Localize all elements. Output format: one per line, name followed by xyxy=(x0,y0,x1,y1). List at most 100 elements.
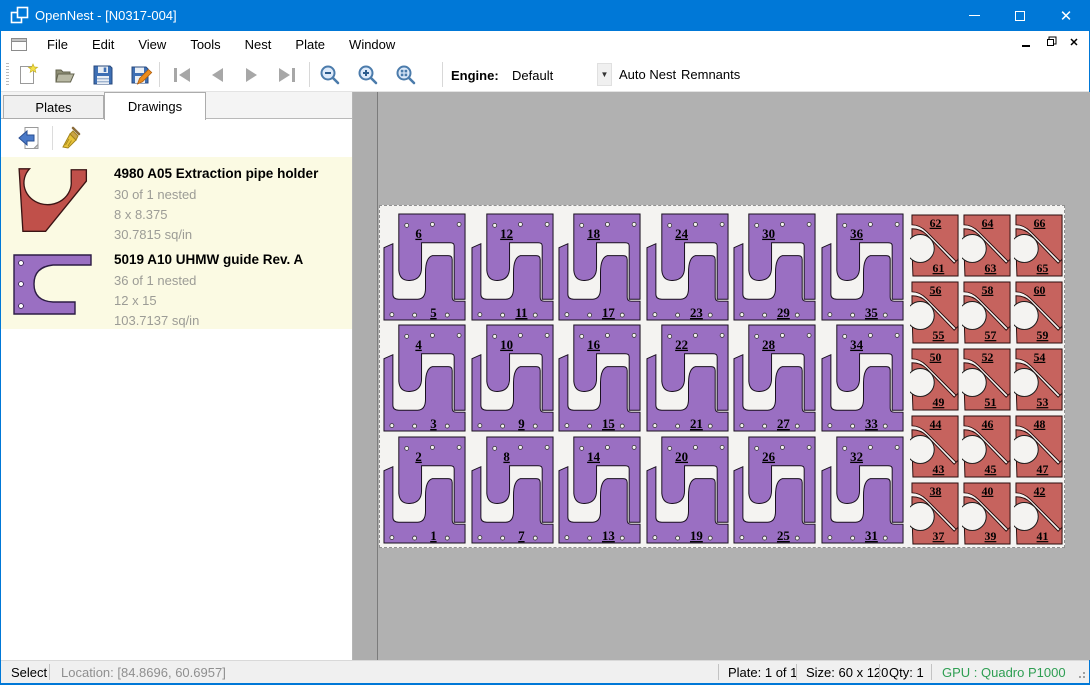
part-pair-6-5[interactable]: 6 5 xyxy=(382,212,469,322)
zoom-fit-icon xyxy=(394,63,418,87)
part-pair-8-7[interactable]: 8 7 xyxy=(470,435,557,545)
remnants-button[interactable]: Remnants xyxy=(678,63,743,86)
part-pair-60-59[interactable]: 60 59 xyxy=(1014,280,1065,345)
drawing-title: 4980 A05 Extraction pipe holder xyxy=(114,166,318,181)
part-pair-40-39[interactable]: 40 39 xyxy=(962,481,1013,546)
part-pair-34-33[interactable]: 34 33 xyxy=(820,323,907,433)
status-plate: Plate: 1 of 1 xyxy=(728,665,797,680)
document-icon[interactable] xyxy=(9,34,29,54)
clear-drawings-button[interactable] xyxy=(56,123,86,153)
part-pair-46-45[interactable]: 46 45 xyxy=(962,414,1013,479)
part-pair-52-51[interactable]: 52 51 xyxy=(962,347,1013,412)
svg-text:16: 16 xyxy=(587,338,600,352)
mdi-close-button[interactable]: ✕ xyxy=(1067,34,1081,50)
svg-text:9: 9 xyxy=(518,417,524,431)
part-pair-32-31[interactable]: 32 31 xyxy=(820,435,907,545)
part-pair-18-17[interactable]: 18 17 xyxy=(557,212,644,322)
previous-plate-button[interactable] xyxy=(202,61,232,89)
menu-plate[interactable]: Plate xyxy=(283,33,337,56)
zoom-in-button[interactable] xyxy=(353,61,383,89)
part-pair-12-11[interactable]: 12 11 xyxy=(470,212,557,322)
mdi-restore-button[interactable] xyxy=(1043,34,1057,50)
open-folder-icon xyxy=(53,63,77,87)
svg-text:5: 5 xyxy=(430,306,436,320)
sidebar: Plates Drawings xyxy=(1,92,353,660)
status-separator xyxy=(49,664,50,680)
svg-text:26: 26 xyxy=(762,450,775,464)
part-pair-50-49[interactable]: 50 49 xyxy=(910,347,961,412)
part-pair-62-61[interactable]: 62 61 xyxy=(910,213,961,278)
send-to-nest-button[interactable] xyxy=(15,123,45,153)
save-icon xyxy=(91,63,115,87)
part-pair-30-29[interactable]: 30 29 xyxy=(732,212,819,322)
minimize-button[interactable] xyxy=(951,0,997,31)
zoom-out-icon xyxy=(318,63,342,87)
engine-dropdown-button[interactable]: ▼ xyxy=(597,63,612,86)
mdi-minimize-button[interactable] xyxy=(1019,34,1033,50)
resize-grip[interactable] xyxy=(1076,669,1086,679)
close-button[interactable]: ✕ xyxy=(1043,0,1089,31)
zoom-fit-button[interactable] xyxy=(391,61,421,89)
tab-plates[interactable]: Plates xyxy=(3,95,104,119)
toolbar-separator xyxy=(309,62,310,87)
mdi-window-controls: ✕ xyxy=(1019,34,1081,50)
open-button[interactable] xyxy=(50,61,80,89)
part-pair-58-57[interactable]: 58 57 xyxy=(962,280,1013,345)
toolbar-grip[interactable] xyxy=(6,63,9,86)
part-pair-20-19[interactable]: 20 19 xyxy=(645,435,732,545)
menu-tools[interactable]: Tools xyxy=(178,33,232,56)
new-button[interactable] xyxy=(13,61,43,89)
menu-edit[interactable]: Edit xyxy=(80,33,126,56)
svg-text:15: 15 xyxy=(602,417,615,431)
svg-text:61: 61 xyxy=(933,261,945,275)
part-pair-66-65[interactable]: 66 65 xyxy=(1014,213,1065,278)
part-pair-54-53[interactable]: 54 53 xyxy=(1014,347,1065,412)
part-pair-22-21[interactable]: 22 21 xyxy=(645,323,732,433)
status-separator xyxy=(718,664,719,680)
part-pair-28-27[interactable]: 28 27 xyxy=(732,323,819,433)
part-pair-42-41[interactable]: 42 41 xyxy=(1014,481,1065,546)
drawing-item-5019[interactable]: 5019 A10 UHMW guide Rev. A 36 of 1 neste… xyxy=(1,243,352,329)
part-pair-2-1[interactable]: 2 1 xyxy=(382,435,469,545)
part-pair-24-23[interactable]: 24 23 xyxy=(645,212,732,322)
drawing-item-4980[interactable]: 4980 A05 Extraction pipe holder 30 of 1 … xyxy=(1,157,352,243)
part-pair-38-37[interactable]: 38 37 xyxy=(910,481,961,546)
part-pair-4-3[interactable]: 4 3 xyxy=(382,323,469,433)
part-pair-10-9[interactable]: 10 9 xyxy=(470,323,557,433)
drawing-nested-count: 36 of 1 nested xyxy=(114,273,196,288)
menu-view[interactable]: View xyxy=(126,33,178,56)
part-pair-26-25[interactable]: 26 25 xyxy=(732,435,819,545)
part-pair-56-55[interactable]: 56 55 xyxy=(910,280,961,345)
part-pair-14-13[interactable]: 14 13 xyxy=(557,435,644,545)
zoom-out-button[interactable] xyxy=(315,61,345,89)
auto-nest-button[interactable]: Auto Nest xyxy=(616,63,679,86)
svg-text:64: 64 xyxy=(982,216,994,230)
menu-nest[interactable]: Nest xyxy=(233,33,284,56)
maximize-button[interactable] xyxy=(997,0,1043,31)
svg-text:37: 37 xyxy=(933,529,945,543)
part-pair-64-63[interactable]: 64 63 xyxy=(962,213,1013,278)
first-plate-button[interactable] xyxy=(167,61,197,89)
next-plate-button[interactable] xyxy=(237,61,267,89)
status-location: Location: [84.8696, 60.6957] xyxy=(61,665,226,680)
part-pair-16-15[interactable]: 16 15 xyxy=(557,323,644,433)
svg-text:40: 40 xyxy=(982,484,994,498)
save-button[interactable] xyxy=(88,61,118,89)
svg-text:17: 17 xyxy=(602,306,615,320)
tab-drawings[interactable]: Drawings xyxy=(104,92,206,120)
plate[interactable]: 6 5 12 11 18 17 24 23 30 29 36 35 xyxy=(379,205,1065,548)
engine-combobox[interactable]: Default xyxy=(512,68,553,83)
svg-text:43: 43 xyxy=(933,462,945,476)
part-pair-44-43[interactable]: 44 43 xyxy=(910,414,961,479)
status-mode: Select xyxy=(11,665,47,680)
menu-window[interactable]: Window xyxy=(337,33,407,56)
svg-text:54: 54 xyxy=(1034,350,1046,364)
svg-text:65: 65 xyxy=(1037,261,1049,275)
part-pair-36-35[interactable]: 36 35 xyxy=(820,212,907,322)
menu-file[interactable]: File xyxy=(35,33,80,56)
last-plate-button[interactable] xyxy=(272,61,302,89)
window-title: OpenNest - [N0317-004] xyxy=(35,8,177,23)
save-as-button[interactable] xyxy=(126,61,156,89)
go-previous-icon xyxy=(204,63,230,87)
part-pair-48-47[interactable]: 48 47 xyxy=(1014,414,1065,479)
